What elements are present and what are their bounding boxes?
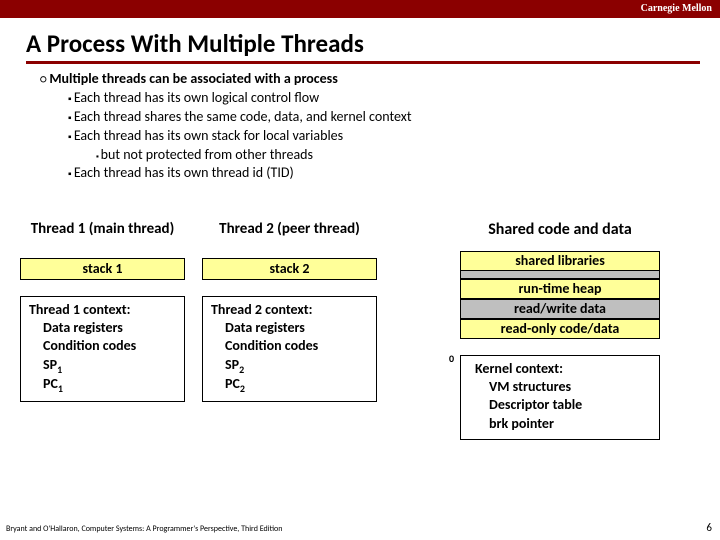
thread1-ctx-condcodes: Condition codes: [29, 337, 176, 355]
brand-bar: Carnegie Mellon: [0, 0, 720, 18]
thread2-ctx-sp: SP2: [211, 356, 368, 376]
bullet-sub4: Each thread has its own thread id (TID): [40, 164, 700, 183]
thread1-ctx-pc: PC1: [29, 375, 176, 395]
thread1-ctx-registers: Data registers: [29, 319, 176, 337]
thread2-ctx-pc: PC2: [211, 375, 368, 395]
bullet-sub3a: but not protected from other threads: [40, 146, 700, 165]
thread2-ctx-title: Thread 2 context:: [211, 301, 368, 319]
thread1-heading: Thread 1 (main thread): [20, 220, 185, 240]
thread2-column: Thread 2 (peer thread) stack 2 Thread 2 …: [202, 220, 377, 402]
thread1-context-box: Thread 1 context: Data registers Conditi…: [20, 296, 185, 402]
bullet-sub1: Each thread has its own logical control …: [40, 89, 700, 108]
shared-libraries-cell: shared libraries: [460, 251, 660, 271]
bullet-sub3: Each thread has its own stack for local …: [40, 127, 700, 146]
thread1-column: Thread 1 (main thread) stack 1 Thread 1 …: [20, 220, 185, 402]
shared-column: Shared code and data 0 shared libraries …: [460, 220, 660, 440]
thread2-stack: stack 2: [202, 258, 377, 280]
shared-heading: Shared code and data: [460, 220, 660, 239]
kernel-vm: VM structures: [475, 378, 651, 396]
slide-title: A Process With Multiple Threads: [0, 18, 720, 61]
footer-citation: Bryant and O'Hallaron, Computer Systems:…: [6, 524, 282, 534]
shared-memory-stack: 0 shared libraries run-time heap read/wr…: [460, 251, 660, 339]
kernel-context-box: Kernel context: VM structures Descriptor…: [460, 355, 660, 440]
bullet-sub2: Each thread shares the same code, data, …: [40, 108, 700, 127]
thread2-heading: Thread 2 (peer thread): [202, 220, 377, 240]
kernel-ctx-title: Kernel context:: [475, 360, 651, 378]
heap-cell: run-time heap: [460, 279, 660, 299]
rw-data-cell: read/write data: [460, 299, 660, 319]
thread2-ctx-condcodes: Condition codes: [211, 337, 368, 355]
gap-cell: [460, 271, 660, 279]
thread1-stack: stack 1: [20, 258, 185, 280]
thread2-context-box: Thread 2 context: Data registers Conditi…: [202, 296, 377, 402]
zero-label: 0: [449, 352, 454, 365]
thread2-ctx-registers: Data registers: [211, 319, 368, 337]
bullet-main: Multiple threads can be associated with …: [40, 70, 700, 89]
ro-code-cell: read-only code/data: [460, 319, 660, 339]
thread1-ctx-title: Thread 1 context:: [29, 301, 176, 319]
thread1-ctx-sp: SP1: [29, 356, 176, 376]
bullet-list: Multiple threads can be associated with …: [0, 64, 720, 183]
diagram-area: Thread 1 (main thread) stack 1 Thread 1 …: [0, 220, 720, 520]
kernel-brk: brk pointer: [475, 415, 651, 433]
kernel-desc: Descriptor table: [475, 396, 651, 414]
page-number: 6: [706, 521, 712, 534]
brand-label: Carnegie Mellon: [641, 3, 712, 14]
